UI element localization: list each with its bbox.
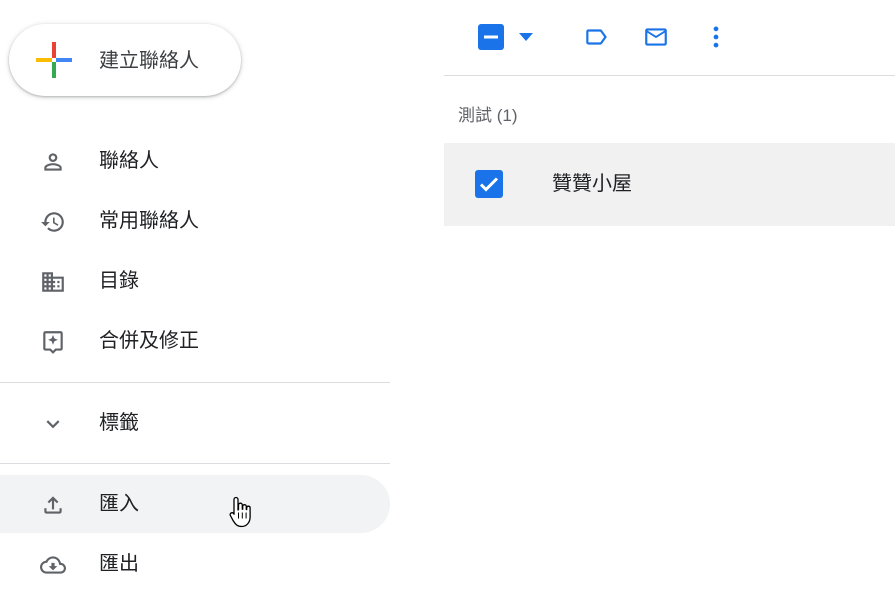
sidebar-divider bbox=[0, 463, 390, 464]
hand-pointer-cursor-icon bbox=[229, 496, 251, 528]
mail-icon[interactable] bbox=[640, 24, 672, 50]
select-dropdown-icon[interactable] bbox=[518, 31, 534, 43]
labels-toggle-label: 標籤 bbox=[99, 412, 139, 434]
sidebar: 建立聯絡人 聯絡人 常用聯絡人 目錄 合併及修正 標籤 匯入 匯出 bbox=[0, 0, 390, 599]
checkbox-checked-icon[interactable] bbox=[474, 169, 504, 199]
plus-icon bbox=[36, 42, 72, 78]
labels-toggle[interactable]: 標籤 bbox=[0, 394, 390, 452]
main-panel: 測試 (1) 贊贊小屋 bbox=[444, 0, 895, 599]
sidebar-item-label: 聯絡人 bbox=[99, 150, 159, 172]
sidebar-item-contacts[interactable]: 聯絡人 bbox=[0, 132, 390, 190]
create-contact-button[interactable]: 建立聯絡人 bbox=[9, 24, 241, 96]
select-all-checkbox-icon[interactable] bbox=[478, 24, 504, 50]
label-icon[interactable] bbox=[580, 24, 612, 50]
sidebar-item-merge-fix[interactable]: 合併及修正 bbox=[0, 312, 390, 370]
sidebar-item-label: 目錄 bbox=[99, 270, 139, 292]
contact-name: 贊贊小屋 bbox=[552, 173, 632, 195]
history-icon bbox=[41, 212, 64, 232]
sidebar-item-directory[interactable]: 目錄 bbox=[0, 252, 390, 310]
sidebar-divider bbox=[0, 382, 390, 383]
sidebar-item-label: 匯入 bbox=[99, 493, 139, 515]
sidebar-item-label: 合併及修正 bbox=[99, 330, 199, 352]
sidebar-item-label: 匯出 bbox=[99, 553, 139, 575]
merge-fix-icon bbox=[43, 331, 63, 354]
group-header: 測試 (1) bbox=[458, 106, 518, 125]
sidebar-item-export[interactable]: 匯出 bbox=[0, 535, 390, 593]
table-row[interactable]: 贊贊小屋 bbox=[444, 143, 895, 226]
upload-icon bbox=[44, 496, 62, 514]
create-contact-label: 建立聯絡人 bbox=[99, 50, 199, 72]
sidebar-item-label: 常用聯絡人 bbox=[99, 210, 199, 232]
toolbar bbox=[444, 0, 895, 76]
sidebar-item-frequent[interactable]: 常用聯絡人 bbox=[0, 192, 390, 250]
cloud-download-icon bbox=[40, 556, 66, 574]
sidebar-item-import[interactable]: 匯入 bbox=[0, 475, 390, 533]
more-vert-icon[interactable] bbox=[703, 24, 729, 50]
person-icon bbox=[44, 153, 62, 171]
chevron-down-icon bbox=[46, 420, 60, 429]
domain-icon bbox=[42, 272, 64, 292]
